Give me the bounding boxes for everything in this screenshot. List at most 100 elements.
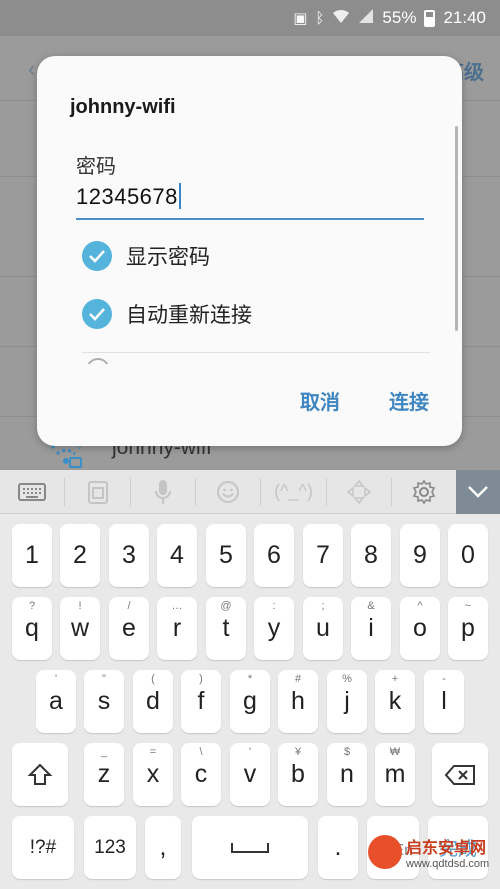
key-7[interactable]: 7 [303,524,343,587]
key-4[interactable]: 4 [157,524,197,587]
back-arrow-icon[interactable]: ‹ [28,56,35,82]
password-input-text: 12345678 [76,184,178,209]
key-q[interactable]: ? q [12,597,52,660]
settings-gear-icon[interactable] [392,470,456,514]
key-2[interactable]: 2 [60,524,100,587]
key-z[interactable]: _ z [84,743,124,806]
key-label: b [291,760,305,788]
key-sublabel: ¥ [294,746,302,758]
dialog-scrollbar[interactable] [455,126,458,331]
space-key[interactable] [192,816,308,879]
key-o[interactable]: ^ o [400,597,440,660]
key-j[interactable]: % j [327,670,367,733]
emoticon-button[interactable]: (^_^) [261,470,325,514]
show-password-label: 显示密码 [126,246,210,269]
key-label: p [461,614,475,642]
key-1[interactable]: 1 [12,524,52,587]
key-label: g [243,687,257,715]
connect-button[interactable]: 连接 [389,386,429,415]
comma-key[interactable]: , [145,816,181,879]
backspace-key[interactable] [432,743,488,806]
password-input[interactable]: 12345678 [76,183,181,210]
key-label: v [243,760,257,788]
key-sublabel: $ [343,746,351,758]
key-u[interactable]: ; u [303,597,343,660]
key-label: d [146,687,160,715]
shift-key[interactable] [12,743,68,806]
key-sublabel: ) [199,673,203,685]
key-y[interactable]: :y [254,597,294,660]
key-t[interactable]: @ t [206,597,246,660]
key-s[interactable]: " s [84,670,124,733]
key-v[interactable]: ' v [230,743,270,806]
key-label: y [267,614,281,642]
key-f[interactable]: ) f [181,670,221,733]
advanced-options-row-partial[interactable] [82,352,430,364]
key-sublabel: ; [321,600,325,612]
key-n[interactable]: $ n [327,743,367,806]
period-key[interactable]: . [318,816,358,879]
checkbox-checked-icon [82,299,112,329]
key-label: 9 [413,541,427,569]
key-0[interactable]: 0 [448,524,488,587]
keyboard-icon[interactable] [0,470,64,514]
emoji-icon[interactable] [196,470,260,514]
key-label: j [344,687,350,715]
battery-percent: 55% [382,8,417,27]
microphone-icon[interactable] [131,470,195,514]
collapse-keyboard-button[interactable] [456,469,500,514]
key-8[interactable]: 8 [351,524,391,587]
key-sublabel: + [391,673,399,685]
key-6[interactable]: 6 [254,524,294,587]
clipboard-icon[interactable] [65,470,129,514]
key-r[interactable]: … r [157,597,197,660]
key-h[interactable]: # h [278,670,318,733]
key-m[interactable]: ₩ m [375,743,415,806]
watermark-text: 启东安卓网 www.qdtdsd.com [406,834,489,870]
sim-icon: ▣ [293,10,308,27]
key-sublabel: % [342,673,352,685]
key-label: e [122,614,136,642]
shift-arrow-icon [27,763,53,785]
key-w[interactable]: ! w [60,597,100,660]
key-sublabel: @ [220,600,232,612]
key-sublabel: " [102,673,106,685]
key-label: u [316,614,330,642]
key-k[interactable]: + k [375,670,415,733]
key-sublabel: * [247,673,253,685]
key-label: a [49,687,63,715]
key-5[interactable]: 5 [206,524,246,587]
key-9[interactable]: 9 [400,524,440,587]
backspace-icon [444,764,475,785]
key-sublabel: … [171,600,183,612]
key-a[interactable]: ' a [36,670,76,733]
key-3[interactable]: 3 [109,524,149,587]
key-g[interactable]: * g [230,670,270,733]
key-c[interactable]: \ c [181,743,221,806]
key-label: q [25,614,39,642]
key-label: h [291,687,305,715]
status-bar: ▣ ᛒ 55% 21:40 [0,0,500,36]
key-x[interactable]: = x [133,743,173,806]
key-l[interactable]: -l [424,670,464,733]
symbols-key[interactable]: !?# [12,816,74,879]
key-b[interactable]: ¥ b [278,743,318,806]
key-d[interactable]: (d [133,670,173,733]
auto-reconnect-checkbox[interactable]: 自动重新连接 [82,299,252,329]
key-p[interactable]: ~ p [448,597,488,660]
auto-reconnect-label: 自动重新连接 [126,304,252,327]
key-e[interactable]: / e [109,597,149,660]
cancel-button[interactable]: 取消 [300,386,340,415]
key-sublabel: _ [100,746,108,758]
key-sublabel: ~ [464,600,472,612]
show-password-checkbox[interactable]: 显示密码 [82,241,210,271]
key-label: 6 [267,541,281,569]
watermark-logo-icon [368,835,402,869]
key-label: k [388,687,402,715]
cursor-move-icon[interactable] [327,470,391,514]
numbers-key[interactable]: 123 [84,816,136,879]
key-label: !?# [29,836,57,858]
key-label: . [334,833,342,861]
key-i[interactable]: & i [351,597,391,660]
key-sublabel: : [272,600,276,612]
